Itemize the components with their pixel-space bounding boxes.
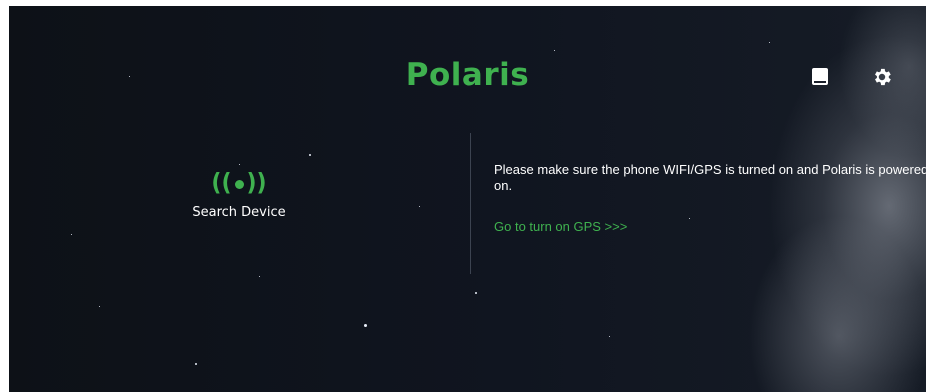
manual-button[interactable] (806, 63, 834, 91)
instruction-text: Please make sure the phone WIFI/GPS is t… (494, 162, 926, 193)
star (259, 276, 260, 277)
star (554, 50, 555, 51)
star (689, 218, 690, 219)
star (239, 164, 240, 165)
vertical-divider (470, 133, 471, 274)
search-device-label: Search Device (192, 205, 286, 220)
app-title: Polaris (405, 57, 530, 93)
signal-broadcast-icon: (()) (211, 169, 267, 198)
gear-icon (875, 68, 891, 86)
app-screen: Polaris (()) Search Device Please make s… (9, 6, 926, 392)
star (609, 336, 610, 337)
star (99, 306, 100, 307)
turn-on-gps-link[interactable]: Go to turn on GPS >>> (494, 219, 627, 234)
star (195, 363, 197, 365)
search-device-button[interactable]: (()) Search Device (189, 169, 289, 220)
settings-button[interactable] (868, 63, 896, 91)
star (309, 154, 311, 156)
star (769, 42, 770, 43)
star (419, 206, 420, 207)
star (364, 324, 367, 327)
book-icon (812, 68, 828, 85)
star (475, 292, 477, 294)
star (71, 234, 72, 235)
